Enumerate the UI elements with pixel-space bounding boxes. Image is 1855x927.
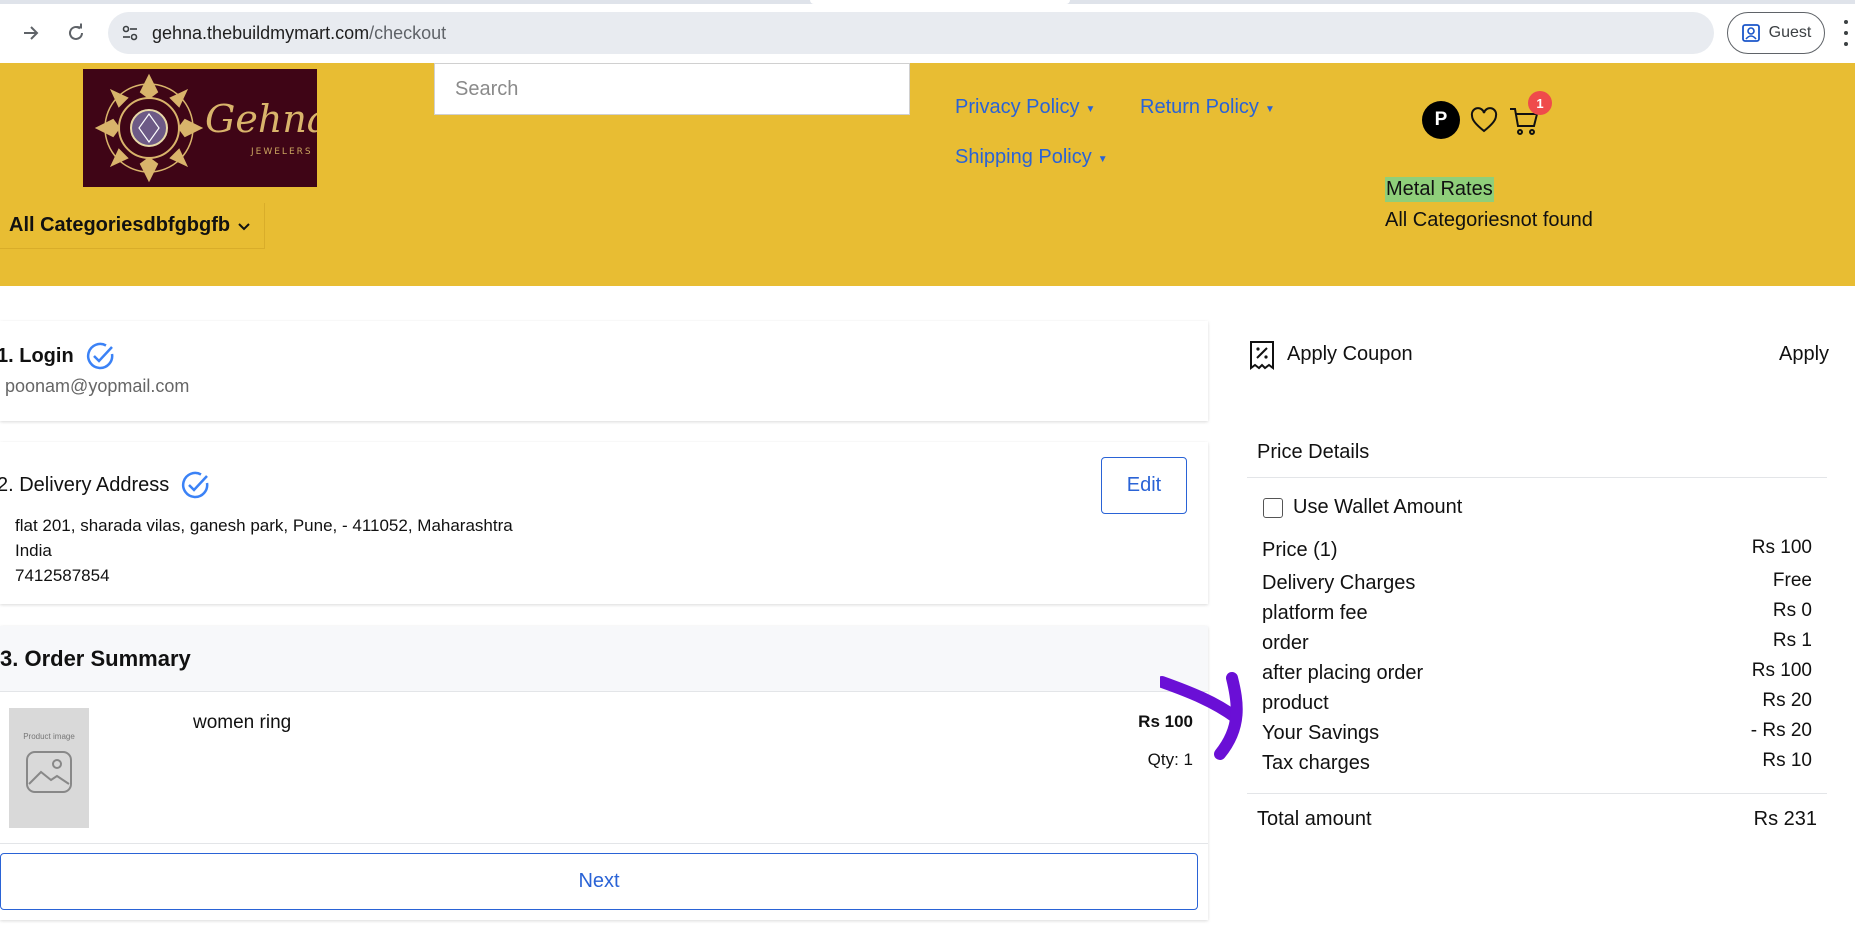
forward-icon[interactable] [16, 18, 46, 48]
url-text: gehna.thebuildmymart.com/checkout [152, 23, 446, 44]
price-row-label: Price (1) [1262, 539, 1338, 561]
logo-subtitle: JEWELERS [251, 147, 313, 157]
address-bar[interactable]: gehna.thebuildmymart.com/checkout [108, 12, 1714, 54]
search-bar[interactable] [434, 63, 910, 115]
chevron-down-icon [238, 222, 250, 230]
coupon-icon[interactable] [1249, 340, 1275, 370]
header-actions: P 1 [1422, 91, 1562, 141]
delivery-step-card: 2. Delivery Address Edit flat 201, shara… [0, 442, 1208, 604]
price-row-label: after placing order [1262, 662, 1424, 684]
profile-label: Guest [1768, 24, 1812, 41]
price-row: order Rs 1 [1262, 630, 1812, 660]
wallet-checkbox[interactable] [1263, 497, 1283, 518]
brand-logo[interactable]: Gehna JEWELERS [83, 69, 317, 187]
price-row-value: Free [1772, 570, 1812, 591]
price-row-value: Rs 100 [1751, 660, 1812, 681]
price-row-value: - Rs 20 [1750, 720, 1812, 741]
wishlist-heart-icon[interactable] [1470, 107, 1498, 135]
address-country: India [15, 541, 52, 560]
reload-icon[interactable] [61, 18, 91, 48]
price-row: product Rs 20 [1262, 690, 1812, 720]
menu-icon[interactable] [1840, 20, 1852, 46]
search-input[interactable] [455, 77, 909, 101]
apply-coupon-button[interactable]: Apply [1779, 343, 1829, 366]
order-summary-title: 3. Order Summary [0, 646, 191, 671]
wallet-label: Use Wallet Amount [1293, 496, 1463, 518]
check-circle-icon [86, 342, 114, 370]
metal-rates-link[interactable]: Metal Rates [1385, 177, 1494, 202]
price-row: Tax charges Rs 10 [1262, 750, 1812, 780]
privacy-policy-menu[interactable]: Privacy Policy ▼ [955, 96, 1095, 119]
address-line: flat 201, sharada vilas, ganesh park, Pu… [15, 516, 513, 535]
site-header: Gehna JEWELERS Privacy Policy ▼ Return Po… [0, 63, 1855, 286]
price-row-label: product [1262, 692, 1329, 714]
site-settings-icon[interactable] [108, 12, 152, 54]
product-image-placeholder: Product image [9, 708, 89, 828]
price-row-value: Rs 100 [1751, 537, 1812, 558]
caret-down-icon: ▼ [1097, 154, 1108, 165]
browser-toolbar: gehna.thebuildmymart.com/checkout Guest [0, 0, 1855, 63]
image-icon [26, 751, 72, 793]
caret-down-icon: ▼ [1264, 104, 1275, 115]
profile-icon [1741, 24, 1760, 42]
divider [1247, 793, 1827, 794]
price-row-label: order [1262, 632, 1309, 654]
categories-status-text: All Categoriesnot found [1385, 209, 1593, 231]
login-email: poonam@yopmail.com [5, 376, 190, 396]
price-row: Price (1) Rs 100 [1262, 537, 1812, 567]
delivery-step-label: 2. Delivery Address [0, 473, 170, 496]
order-summary-header: 3. Order Summary [0, 626, 1208, 692]
login-step-title: 1. Login [0, 341, 116, 371]
privacy-policy-label: Privacy Policy [955, 96, 1080, 118]
price-row-label: platform fee [1262, 602, 1368, 624]
caret-down-icon: ▼ [1085, 104, 1096, 115]
price-row-label: Delivery Charges [1262, 572, 1416, 594]
user-avatar[interactable]: P [1422, 101, 1460, 139]
order-summary-card: 3. Order Summary Product image women rin… [0, 626, 1208, 920]
address-phone: 7412587854 [15, 566, 110, 585]
total-amount-value: Rs 231 [1753, 808, 1817, 830]
next-button[interactable]: Next [0, 853, 1198, 910]
use-wallet-option[interactable]: Use Wallet Amount [1263, 496, 1462, 519]
login-step-card: 1. Login poonam@yopmail.com [0, 321, 1208, 421]
edit-address-button[interactable]: Edit [1101, 457, 1187, 514]
total-amount-label: Total amount [1257, 808, 1372, 830]
shipping-policy-menu[interactable]: Shipping Policy ▼ [955, 146, 1108, 169]
cart-count-badge: 1 [1528, 91, 1552, 115]
price-row-value: Rs 20 [1762, 690, 1812, 711]
tab-strip [0, 0, 1855, 4]
product-image-caption: Product image [23, 732, 75, 741]
shipping-policy-label: Shipping Policy [955, 146, 1092, 168]
product-name: women ring [193, 712, 292, 733]
apply-coupon-label[interactable]: Apply Coupon [1287, 343, 1413, 366]
price-details-title: Price Details [1257, 441, 1370, 463]
logo-text: Gehna [205, 97, 317, 141]
price-row: platform fee Rs 0 [1262, 600, 1812, 630]
price-row: Your Savings - Rs 20 [1262, 720, 1812, 750]
return-policy-menu[interactable]: Return Policy ▼ [1140, 96, 1275, 119]
login-step-label: 1. Login [0, 344, 74, 367]
url-host: gehna.thebuildmymart.com [152, 22, 370, 43]
price-row-value: Rs 0 [1772, 600, 1812, 621]
divider [1247, 477, 1827, 478]
profile-button[interactable]: Guest [1727, 12, 1825, 54]
check-circle-icon [182, 471, 209, 499]
annotation-arrow-icon [1160, 672, 1243, 760]
price-row-value: Rs 1 [1772, 630, 1812, 651]
delivery-step-title: 2. Delivery Address [0, 470, 211, 500]
divider [0, 843, 1208, 844]
all-categories-label: All Categoriesdbfgbgfb [9, 214, 231, 236]
price-row-label: Tax charges [1262, 752, 1370, 774]
all-categories-dropdown[interactable]: All Categoriesdbfgbgfb [0, 203, 265, 249]
price-row-label: Your Savings [1262, 722, 1380, 744]
return-policy-label: Return Policy [1140, 96, 1259, 118]
url-path: /checkout [369, 22, 447, 43]
price-row-value: Rs 10 [1762, 750, 1812, 771]
price-row: after placing order Rs 100 [1262, 660, 1812, 690]
price-row: Delivery Charges Free [1262, 570, 1812, 600]
